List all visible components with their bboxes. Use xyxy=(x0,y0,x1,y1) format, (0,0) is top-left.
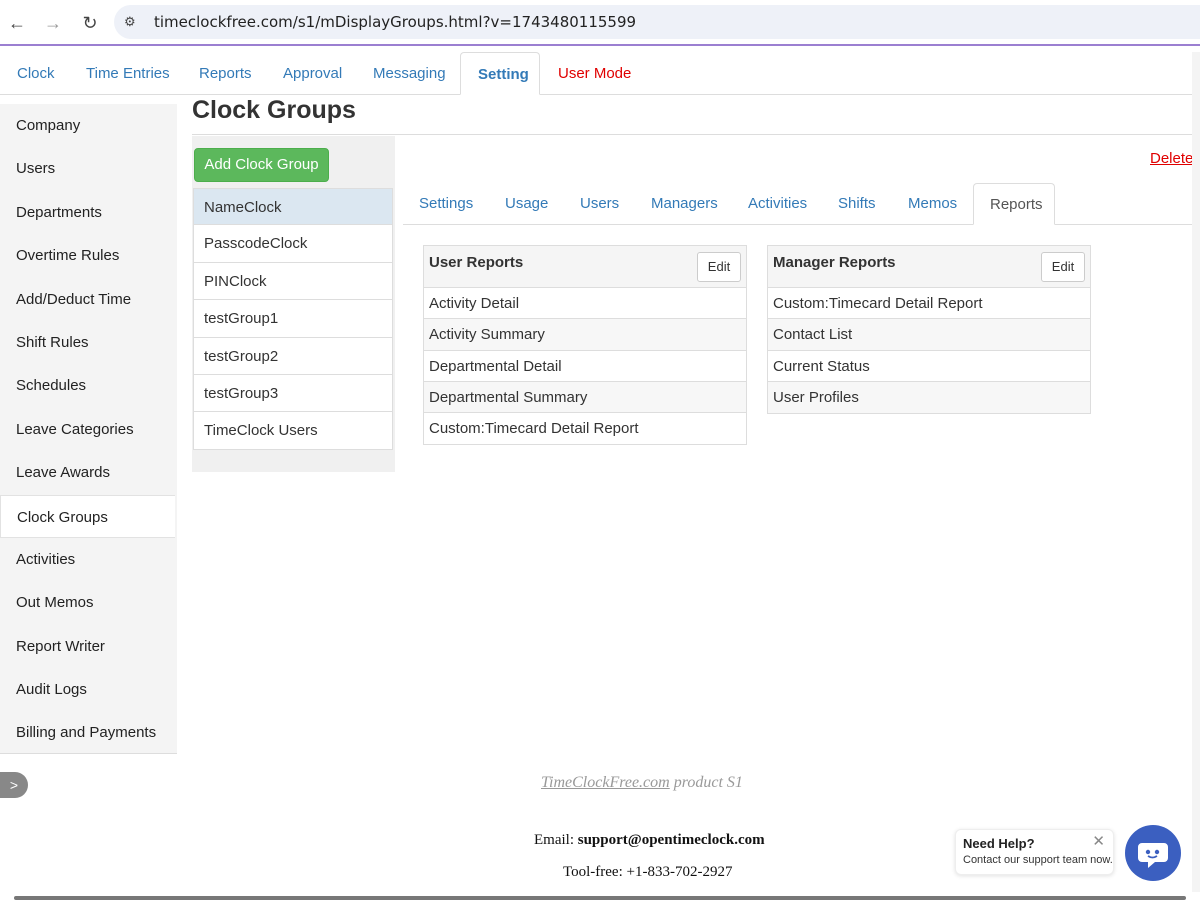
report-row: Departmental Summary xyxy=(424,381,746,414)
sidebar-item-company[interactable]: Company xyxy=(0,104,177,147)
address-bar[interactable]: ⚙ timeclockfree.com/s1/mDisplayGroups.ht… xyxy=(114,5,1200,39)
tab-reports-active[interactable]: Reports xyxy=(973,183,1055,225)
sidebar-item-users[interactable]: Users xyxy=(0,147,177,190)
footer-product-link[interactable]: TimeClockFree.com xyxy=(541,774,670,791)
sidebar-item-clock-groups[interactable]: Clock Groups xyxy=(0,494,175,538)
url-text: timeclockfree.com/s1/mDisplayGroups.html… xyxy=(154,13,637,31)
chat-bubble-icon xyxy=(1138,843,1168,868)
vertical-scrollbar[interactable] xyxy=(1192,52,1200,892)
group-item-testgroup2[interactable]: testGroup2 xyxy=(193,337,393,375)
report-row: Activity Detail xyxy=(424,288,746,320)
tab-clock[interactable]: Clock xyxy=(0,52,72,95)
sidebar-item-audit-logs[interactable]: Audit Logs xyxy=(0,668,177,711)
forward-arrow-icon[interactable]: → xyxy=(41,11,65,35)
group-item-timeclock-users[interactable]: TimeClock Users xyxy=(193,412,393,450)
sidebar-item-departments[interactable]: Departments xyxy=(0,191,177,234)
group-item-testgroup3[interactable]: testGroup3 xyxy=(193,374,393,413)
manager-reports-header: Manager Reports Edit xyxy=(768,246,1090,288)
group-detail-tabs: Settings Usage Users Managers Activities… xyxy=(403,183,1195,225)
footer-email-address[interactable]: support@opentimeclock.com xyxy=(578,832,765,848)
user-reports-panel: User Reports Edit Activity Detail Activi… xyxy=(423,245,747,446)
sidebar-item-billing-and-payments[interactable]: Billing and Payments xyxy=(0,711,177,754)
tab-managers[interactable]: Managers xyxy=(635,183,734,225)
sidebar-toggle-chevron-icon[interactable]: > xyxy=(0,772,28,798)
sidebar-item-leave-awards[interactable]: Leave Awards xyxy=(0,451,177,494)
sidebar-item-activities[interactable]: Activities xyxy=(0,538,177,581)
footer-phone: Tool-free: +1-833-702-2927 xyxy=(563,864,733,880)
main-nav-tabs: Clock Time Entries Reports Approval Mess… xyxy=(0,52,1200,95)
user-reports-header: User Reports Edit xyxy=(424,246,746,288)
user-reports-title: User Reports xyxy=(429,254,524,271)
sidebar-item-add-deduct-time[interactable]: Add/Deduct Time xyxy=(0,278,177,321)
sidebar: Company Users Departments Overtime Rules… xyxy=(0,104,177,754)
tab-users[interactable]: Users xyxy=(564,183,635,225)
report-row: Current Status xyxy=(768,351,1090,382)
group-item-testgroup1[interactable]: testGroup1 xyxy=(193,300,393,338)
tab-time-entries[interactable]: Time Entries xyxy=(69,52,187,95)
browser-bar: ← → ↻ ⚙ timeclockfree.com/s1/mDisplayGro… xyxy=(0,0,1200,46)
help-subtitle: Contact our support team now. xyxy=(963,854,1113,866)
report-row: Custom:Timecard Detail Report xyxy=(768,288,1090,320)
report-row: Contact List xyxy=(768,319,1090,351)
tab-user-mode[interactable]: User Mode xyxy=(541,52,648,95)
help-popup[interactable]: Need Help? Contact our support team now.… xyxy=(955,829,1114,875)
group-item-pinclock[interactable]: PINClock xyxy=(193,262,393,301)
clock-group-list: NameClock PasscodeClock PINClock testGro… xyxy=(193,188,393,450)
footer-email: Email: support@opentimeclock.com xyxy=(534,832,765,849)
sidebar-item-shift-rules[interactable]: Shift Rules xyxy=(0,321,177,364)
report-row: User Profiles xyxy=(768,381,1090,414)
report-row: Activity Summary xyxy=(424,319,746,351)
close-icon[interactable]: ✕ xyxy=(1092,832,1105,850)
horizontal-scrollbar[interactable] xyxy=(14,896,1186,900)
tab-activities[interactable]: Activities xyxy=(732,183,823,225)
report-row: Custom:Timecard Detail Report xyxy=(429,420,639,438)
manager-reports-edit-button[interactable]: Edit xyxy=(1041,252,1085,282)
help-title: Need Help? xyxy=(963,836,1035,851)
tab-memos[interactable]: Memos xyxy=(892,183,973,225)
tab-setting[interactable]: Setting xyxy=(460,52,540,95)
add-clock-group-button[interactable]: Add Clock Group xyxy=(194,148,329,182)
sidebar-item-leave-categories[interactable]: Leave Categories xyxy=(0,408,177,451)
tab-reports[interactable]: Reports xyxy=(182,52,269,95)
title-divider xyxy=(192,134,1196,135)
reload-icon[interactable]: ↻ xyxy=(78,11,102,35)
site-settings-icon[interactable]: ⚙ xyxy=(124,13,142,31)
back-arrow-icon[interactable]: ← xyxy=(5,11,29,35)
manager-reports-title: Manager Reports xyxy=(773,254,896,271)
group-item-passcodeclock[interactable]: PasscodeClock xyxy=(193,225,393,263)
footer-product-suffix: product S1 xyxy=(669,774,743,791)
clock-groups-panel: Add Clock Group NameClock PasscodeClock … xyxy=(192,136,395,472)
tab-usage[interactable]: Usage xyxy=(489,183,564,225)
manager-reports-panel: Manager Reports Edit Custom:Timecard Det… xyxy=(767,245,1091,415)
delete-link[interactable]: Delete xyxy=(1150,150,1193,167)
sidebar-item-out-memos[interactable]: Out Memos xyxy=(0,581,177,624)
footer-email-label: Email: xyxy=(534,832,578,848)
tab-approval[interactable]: Approval xyxy=(266,52,359,95)
sidebar-item-report-writer[interactable]: Report Writer xyxy=(0,625,177,668)
tab-settings[interactable]: Settings xyxy=(403,183,489,225)
chat-support-icon[interactable] xyxy=(1125,825,1181,881)
tab-messaging[interactable]: Messaging xyxy=(356,52,463,95)
tab-shifts[interactable]: Shifts xyxy=(822,183,892,225)
footer-product: TimeClockFree.com product S1 xyxy=(541,774,743,792)
page-title: Clock Groups xyxy=(192,96,356,124)
group-item-nameclock[interactable]: NameClock xyxy=(193,188,393,226)
report-row: Departmental Detail xyxy=(424,351,746,382)
sidebar-item-overtime-rules[interactable]: Overtime Rules xyxy=(0,234,177,277)
user-reports-edit-button[interactable]: Edit xyxy=(697,252,741,282)
sidebar-item-schedules[interactable]: Schedules xyxy=(0,364,177,407)
